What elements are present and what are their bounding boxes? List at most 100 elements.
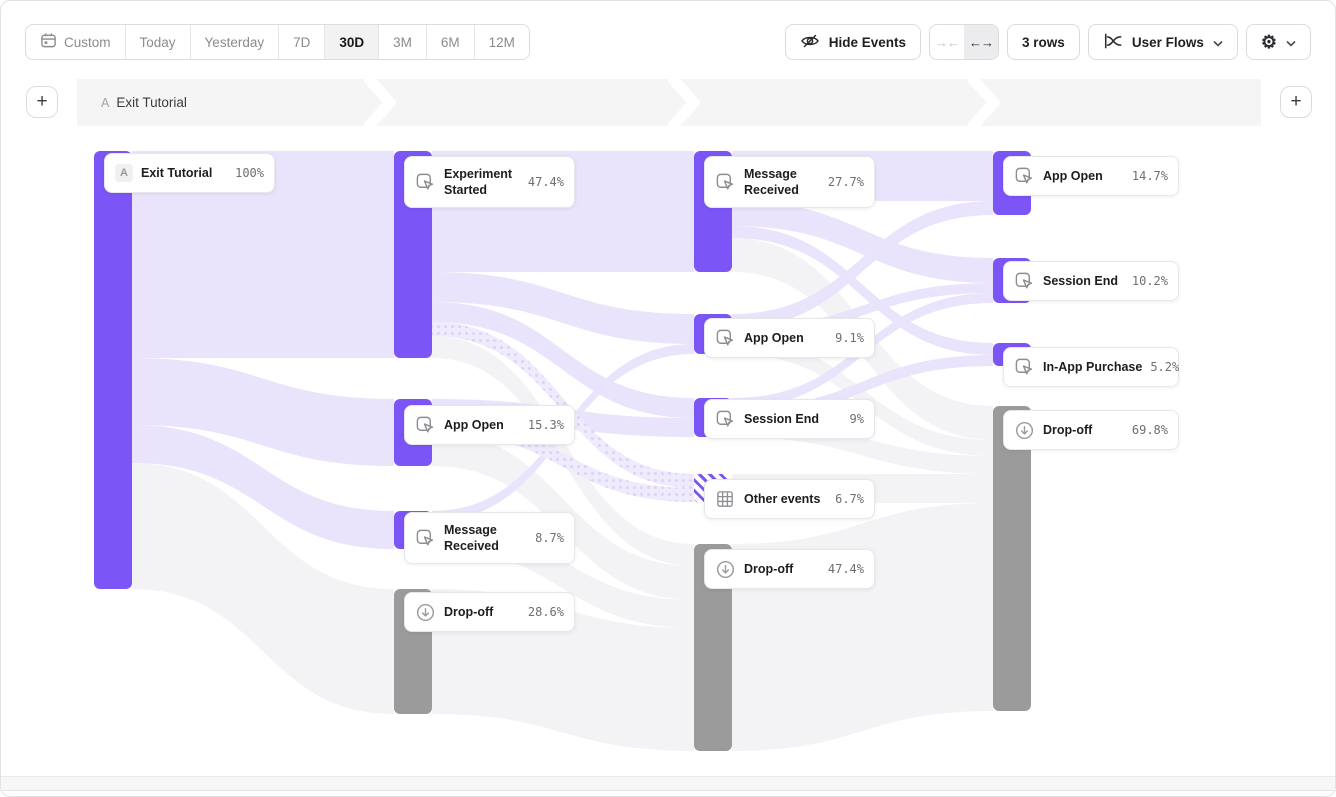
node-percent: 47.4% xyxy=(528,175,564,189)
node-step2-drop-off[interactable]: Drop-off28.6% xyxy=(404,592,575,632)
drop-off-icon xyxy=(415,602,436,623)
node-step4-drop-off[interactable]: Drop-off 69.8% xyxy=(1003,410,1179,450)
add-step-left-button[interactable]: + xyxy=(26,86,58,118)
event-cursor-icon xyxy=(1014,166,1035,187)
add-step-right-button[interactable]: + xyxy=(1280,86,1312,118)
grid-icon xyxy=(715,489,736,510)
node-step3-app-open[interactable]: App Open9.1% xyxy=(704,318,875,358)
node-label: In-App Purchase xyxy=(1043,359,1142,375)
event-cursor-icon xyxy=(715,328,736,349)
step-chevron-separator xyxy=(364,79,396,126)
node-percent: 69.8% xyxy=(1132,423,1168,437)
date-range-12m[interactable]: 12M xyxy=(474,25,529,59)
node-step2-app-open[interactable]: App Open 15.3% xyxy=(404,405,575,445)
node-percent: 5.2% xyxy=(1150,360,1179,374)
series-badge: A xyxy=(115,164,133,182)
node-step3-session-end[interactable]: Session End 9% xyxy=(704,399,875,439)
chevron-down-icon xyxy=(1213,35,1223,50)
event-cursor-icon xyxy=(1014,271,1035,292)
footer-strip xyxy=(1,776,1335,791)
node-label: Message Received xyxy=(744,166,820,199)
event-cursor-icon xyxy=(415,415,436,436)
node-label: App Open xyxy=(744,330,804,346)
settings-button[interactable]: ⚙ xyxy=(1246,24,1311,60)
node-label: Drop-off xyxy=(444,604,493,620)
flow-ribbon[interactable] xyxy=(732,503,993,751)
bar-step4-drop-off[interactable] xyxy=(993,406,1031,711)
node-percent: 14.7% xyxy=(1132,169,1168,183)
node-step3-message-received[interactable]: Message Received 27.7% xyxy=(704,156,875,208)
event-cursor-icon xyxy=(715,172,736,193)
expand-columns-button[interactable]: ←→ xyxy=(964,25,998,59)
date-range-label: Today xyxy=(140,35,176,50)
node-percent: 10.2% xyxy=(1132,274,1168,288)
date-range-yesterday[interactable]: Yesterday xyxy=(190,25,279,59)
node-label: Session End xyxy=(744,411,819,427)
step-header-band: A Exit Tutorial xyxy=(77,79,1261,126)
node-percent: 27.7% xyxy=(828,175,864,189)
date-range-group: Custom Today Yesterday 7D 30D 3M 6M 12M xyxy=(25,24,530,60)
date-range-7d[interactable]: 7D xyxy=(278,25,324,59)
date-range-label: Custom xyxy=(64,35,111,50)
view-selector-button[interactable]: User Flows xyxy=(1088,24,1238,60)
date-range-label: 7D xyxy=(293,35,310,50)
toolbar-right-group: Hide Events →← ←→ 3 rows User Flows xyxy=(785,24,1311,60)
date-range-label: Yesterday xyxy=(205,35,265,50)
rows-label: 3 rows xyxy=(1022,35,1065,50)
node-label: App Open xyxy=(444,417,504,433)
view-selector-label: User Flows xyxy=(1132,35,1204,50)
date-range-label: 3M xyxy=(393,35,412,50)
node-label: Drop-off xyxy=(1043,422,1092,438)
date-range-today[interactable]: Today xyxy=(125,25,190,59)
node-percent: 6.7% xyxy=(835,492,864,506)
node-label: App Open xyxy=(1043,168,1103,184)
node-step4-in-app-purchase[interactable]: In-App Purchase 5.2% xyxy=(1003,347,1179,387)
event-cursor-icon xyxy=(415,528,436,549)
node-label: Experiment Started xyxy=(444,166,520,199)
collapse-columns-button[interactable]: →← xyxy=(930,25,964,59)
calendar-icon xyxy=(40,32,57,52)
date-range-custom[interactable]: Custom xyxy=(26,25,125,59)
step-name: Exit Tutorial xyxy=(116,95,187,110)
collapse-expand-control: →← ←→ xyxy=(929,24,999,60)
node-percent: 47.4% xyxy=(828,562,864,576)
step-chevron-separator xyxy=(668,79,700,126)
node-step3-other-events[interactable]: Other events 6.7% xyxy=(704,479,875,519)
date-range-label: 6M xyxy=(441,35,460,50)
flows-chart-icon xyxy=(1103,32,1123,53)
toolbar: Custom Today Yesterday 7D 30D 3M 6M 12M Hide Ev… xyxy=(25,24,1311,60)
date-range-3m[interactable]: 3M xyxy=(378,25,426,59)
node-step3-drop-off[interactable]: Drop-off47.4% xyxy=(704,549,875,589)
date-range-30d[interactable]: 30D xyxy=(324,25,378,59)
node-step4-app-open[interactable]: App Open 14.7% xyxy=(1003,156,1179,196)
hide-events-label: Hide Events xyxy=(829,35,906,50)
node-percent: 100% xyxy=(235,166,264,180)
node-percent: 15.3% xyxy=(528,418,564,432)
bar-step1-exit-tutorial[interactable] xyxy=(94,151,132,589)
gear-icon: ⚙ xyxy=(1261,33,1277,51)
event-cursor-icon xyxy=(715,409,736,430)
hide-events-button[interactable]: Hide Events xyxy=(785,24,921,60)
node-label: Session End xyxy=(1043,273,1118,289)
drop-off-icon xyxy=(1014,420,1035,441)
date-range-label: 12M xyxy=(489,35,515,50)
event-cursor-icon xyxy=(1014,357,1035,378)
eye-off-icon xyxy=(800,31,820,54)
date-range-label: 30D xyxy=(339,35,364,50)
rows-button[interactable]: 3 rows xyxy=(1007,24,1080,60)
node-step2-experiment-started[interactable]: Experiment Started 47.4% xyxy=(404,156,575,208)
node-step1-exit-tutorial[interactable]: A Exit Tutorial 100% xyxy=(104,153,275,193)
event-cursor-icon xyxy=(415,172,436,193)
node-label: Other events xyxy=(744,491,820,507)
date-range-6m[interactable]: 6M xyxy=(426,25,474,59)
chevron-down-icon xyxy=(1286,35,1296,50)
drop-off-icon xyxy=(715,559,736,580)
step-chevron-separator xyxy=(968,79,1000,126)
user-flows-page: Custom Today Yesterday 7D 30D 3M 6M 12M Hide Ev… xyxy=(0,0,1336,797)
node-label: Exit Tutorial xyxy=(141,165,212,181)
node-step2-message-received[interactable]: Message Received8.7% xyxy=(404,512,575,564)
node-percent: 9% xyxy=(850,412,864,426)
node-step4-session-end[interactable]: Session End 10.2% xyxy=(1003,261,1179,301)
step-badge: A xyxy=(101,96,109,110)
step-header-label: A Exit Tutorial xyxy=(101,79,187,126)
